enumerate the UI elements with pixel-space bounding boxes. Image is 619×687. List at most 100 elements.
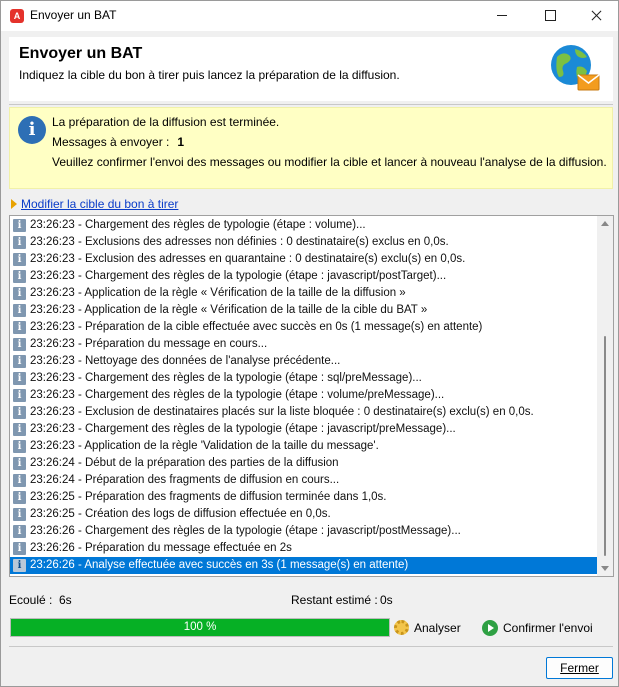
info-status-text: La préparation de la diffusion est termi… (52, 115, 280, 129)
info-icon: i (13, 508, 26, 521)
log-entry-text: 23:26:23 - Préparation de la cible effec… (30, 321, 483, 333)
log-entry[interactable]: i 23:26:26 - Chargement des règles de la … (10, 523, 598, 540)
divider (9, 646, 613, 647)
log-list[interactable]: i 23:26:23 - Chargement des règles de typ… (9, 215, 614, 577)
info-icon: i (13, 559, 26, 572)
log-entry-text: 23:26:23 - Application de la règle 'Vali… (30, 440, 379, 452)
log-entry-text: 23:26:24 - Préparation des fragments de … (30, 474, 340, 486)
progress-label: 100 % (183, 621, 217, 633)
log-entry[interactable]: i 23:26:23 - Chargement des règles de la … (10, 421, 598, 438)
messages-count: 1 (177, 135, 185, 149)
info-icon: i (13, 355, 26, 368)
vertical-scrollbar[interactable] (597, 216, 613, 576)
send-proof-dialog: A Envoyer un BAT Envoyer un BAT Indiquez… (0, 0, 619, 687)
log-entry[interactable]: i 23:26:23 - Préparation de la cible effe… (10, 319, 598, 336)
info-icon: i (13, 474, 26, 487)
log-entry[interactable]: i 23:26:23 - Exclusion de destinataires p… (10, 404, 598, 421)
log-entry-text: 23:26:26 - Analyse effectuée avec succès… (30, 559, 409, 571)
info-icon: i (13, 270, 26, 283)
messages-label: Messages à envoyer : (52, 135, 170, 149)
analyse-label: Analyser (414, 621, 461, 635)
close-window-button[interactable] (573, 1, 619, 31)
info-icon: i (13, 440, 26, 453)
log-rows: i 23:26:23 - Chargement des règles de typ… (10, 217, 598, 574)
info-instructions: Veuillez confirmer l'envoi des messages … (52, 155, 607, 169)
remaining-value: 0s (380, 593, 393, 607)
log-entry-text: 23:26:23 - Application de la règle « Vér… (30, 287, 406, 299)
info-icon: i (13, 287, 26, 300)
log-entry[interactable]: i 23:26:23 - Chargement des règles de la … (10, 268, 598, 285)
progress-bar: 100 % (10, 618, 390, 637)
log-entry[interactable]: i 23:26:23 - Exclusion des adresses en qu… (10, 251, 598, 268)
log-entry[interactable]: i 23:26:25 - Préparation des fragments de… (10, 489, 598, 506)
info-icon: i (13, 542, 26, 555)
close-label: Fermer (560, 661, 599, 675)
log-entry-text: 23:26:25 - Préparation des fragments de … (30, 491, 387, 503)
info-icon: i (13, 457, 26, 470)
log-entry-text: 23:26:26 - Préparation du message effect… (30, 542, 292, 554)
info-icon: i (13, 304, 26, 317)
log-entry-text: 23:26:23 - Préparation du message en cou… (30, 338, 268, 350)
page-title: Envoyer un BAT (19, 45, 143, 62)
info-panel: i La préparation de la diffusion est ter… (9, 107, 613, 189)
log-entry[interactable]: i 23:26:23 - Chargement des règles de la … (10, 387, 598, 404)
gear-icon (394, 620, 409, 635)
minimize-button[interactable] (479, 1, 525, 31)
info-icon: i (13, 372, 26, 385)
window-title: Envoyer un BAT (30, 8, 117, 22)
scroll-up-icon[interactable] (601, 221, 609, 226)
globe-mail-icon (551, 45, 600, 91)
info-icon: i (13, 253, 26, 266)
messages-to-send: Messages à envoyer : 1 (52, 135, 184, 149)
title-bar: A Envoyer un BAT (1, 1, 618, 31)
play-icon (482, 620, 498, 636)
confirm-label: Confirmer l'envoi (503, 621, 593, 635)
info-icon: i (18, 116, 46, 144)
log-entry-text: 23:26:23 - Exclusions des adresses non d… (30, 236, 449, 248)
log-entry-text: 23:26:23 - Nettoyage des données de l'an… (30, 355, 341, 367)
log-entry-text: 23:26:23 - Exclusion de destinataires pl… (30, 406, 534, 418)
log-entry[interactable]: i 23:26:23 - Application de la règle « Vé… (10, 285, 598, 302)
log-entry[interactable]: i 23:26:25 - Création des logs de diffusi… (10, 506, 598, 523)
info-icon: i (13, 236, 26, 249)
log-entry[interactable]: i 23:26:23 - Chargement des règles de la … (10, 370, 598, 387)
modify-target-link[interactable]: Modifier la cible du bon à tirer (21, 197, 178, 211)
info-icon: i (13, 389, 26, 402)
log-entry-text: 23:26:26 - Chargement des règles de la t… (30, 525, 461, 537)
close-button[interactable]: Fermer (546, 657, 613, 679)
log-entry-text: 23:26:24 - Début de la préparation des p… (30, 457, 339, 469)
info-icon: i (13, 491, 26, 504)
log-entry[interactable]: i 23:26:23 - Application de la règle « Vé… (10, 302, 598, 319)
log-entry[interactable]: i 23:26:23 - Application de la règle 'Val… (10, 438, 598, 455)
scrollbar-thumb[interactable] (604, 336, 606, 556)
log-entry-text: 23:26:23 - Chargement des règles de typo… (30, 219, 366, 231)
log-entry-text: 23:26:23 - Chargement des règles de la t… (30, 389, 445, 401)
info-icon: i (13, 219, 26, 232)
log-entry[interactable]: i 23:26:26 - Préparation du message effec… (10, 540, 598, 557)
info-icon: i (13, 525, 26, 538)
log-entry[interactable]: i 23:26:26 - Analyse effectuée avec succè… (10, 557, 598, 574)
adobe-icon: A (10, 9, 24, 23)
dialog-header: Envoyer un BAT Indiquez la cible du bon … (9, 37, 613, 101)
scroll-down-icon[interactable] (601, 566, 609, 571)
log-entry[interactable]: i 23:26:23 - Chargement des règles de typ… (10, 217, 598, 234)
log-entry-text: 23:26:23 - Chargement des règles de la t… (30, 372, 422, 384)
log-entry-text: 23:26:23 - Exclusion des adresses en qua… (30, 253, 466, 265)
info-icon: i (13, 423, 26, 436)
log-entry-text: 23:26:23 - Application de la règle « Vér… (30, 304, 428, 316)
info-icon: i (13, 406, 26, 419)
page-subtitle: Indiquez la cible du bon à tirer puis la… (19, 68, 400, 82)
log-entry[interactable]: i 23:26:24 - Début de la préparation des … (10, 455, 598, 472)
elapsed-label: Ecoulé : (9, 593, 53, 607)
log-entry[interactable]: i 23:26:23 - Préparation du message en co… (10, 336, 598, 353)
maximize-button[interactable] (527, 1, 573, 31)
arrow-icon (11, 199, 17, 209)
log-entry-text: 23:26:25 - Création des logs de diffusio… (30, 508, 331, 520)
log-entry[interactable]: i 23:26:24 - Préparation des fragments de… (10, 472, 598, 489)
log-entry-text: 23:26:23 - Chargement des règles de la t… (30, 423, 456, 435)
log-entry-text: 23:26:23 - Chargement des règles de la t… (30, 270, 447, 282)
log-entry[interactable]: i 23:26:23 - Exclusions des adresses non … (10, 234, 598, 251)
remaining-label: Restant estimé : (291, 593, 378, 607)
log-entry[interactable]: i 23:26:23 - Nettoyage des données de l'a… (10, 353, 598, 370)
info-icon: i (13, 321, 26, 334)
